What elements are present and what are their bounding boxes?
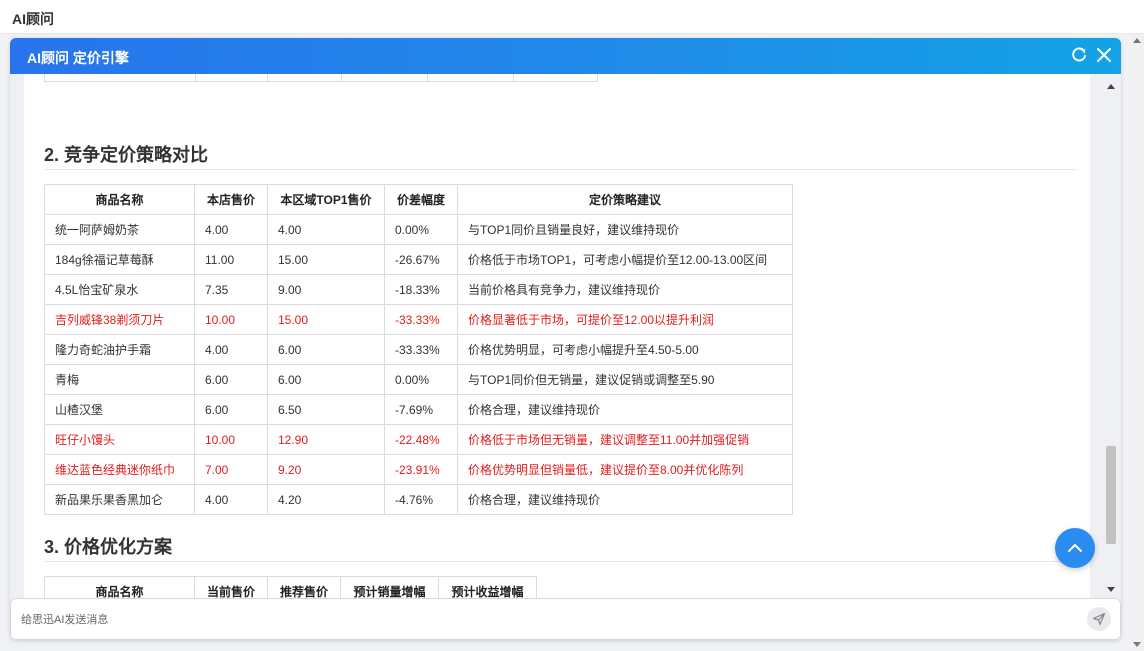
table-cell: 9.00 — [267, 274, 385, 305]
table-cell: 价格优势明显，可考虑小幅提升至4.50-5.00 — [457, 334, 793, 365]
table-cell: 新品果乐果香黑加仑 — [44, 484, 195, 515]
table-cell: 旺仔小馒头 — [44, 424, 195, 455]
table-cell: 4.00 — [194, 484, 268, 515]
table-cell: -33.33% — [384, 304, 458, 335]
table-header-row: 商品名称 本店售价 本区域TOP1售价 价差幅度 定价策略建议 — [44, 184, 793, 215]
section-2-divider — [44, 169, 1077, 170]
table-cell: 价格显著低于市场，可提价至12.00以提升利润 — [457, 304, 793, 335]
table-cell: 价格优势明显但销量低，建议提价至8.00并优化陈列 — [457, 454, 793, 485]
app-title: AI顾问 — [12, 11, 54, 27]
page-scrollbar[interactable] — [1130, 34, 1144, 651]
table-cell: 价格合理，建议维持现价 — [457, 394, 793, 425]
scroll-down-arrow-icon[interactable] — [1107, 587, 1115, 592]
table-cell: -23.91% — [384, 454, 458, 485]
message-content: 2. 竞争定价策略对比 商品名称 本店售价 本区域TOP1售价 价差幅度 定价策… — [24, 74, 1090, 602]
table-cell: 青梅 — [44, 364, 195, 395]
send-button[interactable] — [1087, 607, 1111, 631]
section-2-title: 2. 竞争定价策略对比 — [44, 145, 209, 165]
table-cell: 4.00 — [194, 334, 268, 365]
table-cell: -4.76% — [384, 484, 458, 515]
app-titlebar: AI顾问 — [0, 0, 1144, 34]
dialog-header: AI顾问 定价引擎 — [10, 38, 1121, 74]
table-row: 维达蓝色经典迷你纸巾 7.00 9.20 -23.91% 价格优势明显但销量低，建议提价… — [44, 454, 793, 485]
message-input[interactable] — [21, 610, 1061, 630]
table-cell: 4.20 — [267, 484, 385, 515]
table-cell: 10.00 — [194, 304, 268, 335]
table-row: 统一阿萨姆奶茶 4.00 4.00 0.00% 与TOP1同价且销量良好，建议维持现价 — [44, 214, 793, 245]
scroll-to-top-button[interactable] — [1055, 528, 1095, 568]
table-row: 吉列威锋38剃须刀片 10.00 15.00 -33.33% 价格显著低于市场，可提价至… — [44, 304, 793, 335]
table-cell: -7.69% — [384, 394, 458, 425]
column-header: 商品名称 — [44, 184, 195, 215]
table-cell: 价格低于市场但无销量，建议调整至11.00并加强促销 — [457, 424, 793, 455]
message-input-bar — [10, 598, 1121, 640]
close-icon[interactable] — [1095, 46, 1115, 66]
scroll-up-arrow-icon[interactable] — [1133, 38, 1141, 43]
dialog-title: AI顾问 定价引擎 — [27, 50, 129, 66]
table-cell: 4.5L怡宝矿泉水 — [44, 274, 195, 305]
table-cell: 15.00 — [267, 304, 385, 335]
table-cell: -18.33% — [384, 274, 458, 305]
table-row: 山楂汉堡 6.00 6.50 -7.69% 价格合理，建议维持现价 — [44, 394, 793, 425]
table-cell: -33.33% — [384, 334, 458, 365]
section-3-divider — [44, 561, 1077, 562]
table-cell: 15.00 — [267, 244, 385, 275]
table-cell: 统一阿萨姆奶茶 — [44, 214, 195, 245]
table-cell: 6.00 — [267, 334, 385, 365]
table-cell: 隆力奇蛇油护手霜 — [44, 334, 195, 365]
table-cell: 山楂汉堡 — [44, 394, 195, 425]
table-cell: 4.00 — [267, 214, 385, 245]
table-cell: 4.00 — [194, 214, 268, 245]
table-cell: 6.00 — [194, 364, 268, 395]
table-row: 旺仔小馒头 10.00 12.90 -22.48% 价格低于市场但无销量，建议调整至11… — [44, 424, 793, 455]
table-cell: 6.50 — [267, 394, 385, 425]
scroll-down-arrow-icon[interactable] — [1133, 642, 1141, 647]
content-scrollbar[interactable] — [1104, 78, 1118, 598]
table-cell: -26.67% — [384, 244, 458, 275]
table-cell: 0.00% — [384, 364, 458, 395]
table-cell: 11.00 — [194, 244, 268, 275]
table-cell: 184g徐福记草莓酥 — [44, 244, 195, 275]
table-row: 4.5L怡宝矿泉水 7.35 9.00 -18.33% 当前价格具有竞争力，建议维持现价 — [44, 274, 793, 305]
table-cell: 10.00 — [194, 424, 268, 455]
table-cell: -22.48% — [384, 424, 458, 455]
column-header: 价差幅度 — [384, 184, 458, 215]
competitive-pricing-table: 商品名称 本店售价 本区域TOP1售价 价差幅度 定价策略建议 统一阿萨姆奶茶 4… — [44, 184, 793, 515]
table-cell: 吉列威锋38剃须刀片 — [44, 304, 195, 335]
arrow-up-icon — [1068, 544, 1082, 552]
table-row: 新品果乐果香黑加仑 4.00 4.20 -4.76% 价格合理，建议维持现价 — [44, 484, 793, 515]
table-cell: 6.00 — [194, 394, 268, 425]
table-cell: 9.20 — [267, 454, 385, 485]
table-cell: 7.00 — [194, 454, 268, 485]
table-cell: 价格合理，建议维持现价 — [457, 484, 793, 515]
table-row: 184g徐福记草莓酥 11.00 15.00 -26.67% 价格低于市场TOP1，可考… — [44, 244, 793, 275]
table-cell: 价格低于市场TOP1，可考虑小幅提价至12.00-13.00区间 — [457, 244, 793, 275]
table-cell: 6.00 — [267, 364, 385, 395]
send-icon — [1092, 612, 1106, 626]
table-cell: 7.35 — [194, 274, 268, 305]
table-cell: 与TOP1同价但无销量，建议促销或调整至5.90 — [457, 364, 793, 395]
table-cell: 维达蓝色经典迷你纸巾 — [44, 454, 195, 485]
column-header: 本区域TOP1售价 — [267, 184, 385, 215]
table-row: 隆力奇蛇油护手霜 4.00 6.00 -33.33% 价格优势明显，可考虑小幅提升至4.… — [44, 334, 793, 365]
column-header: 定价策略建议 — [457, 184, 793, 215]
section-3-title: 3. 价格优化方案 — [44, 537, 173, 557]
table-cell: 与TOP1同价且销量良好，建议维持现价 — [457, 214, 793, 245]
scroll-up-arrow-icon[interactable] — [1107, 84, 1115, 89]
previous-table-bottom — [44, 74, 598, 82]
ai-advisor-dialog: AI顾问 定价引擎 2. 竞争定价策略对比 商品名称 本店售价 本区域TOP1售… — [10, 38, 1121, 640]
table-cell: 0.00% — [384, 214, 458, 245]
refresh-icon[interactable] — [1070, 46, 1090, 66]
table-cell: 12.90 — [267, 424, 385, 455]
table-row: 青梅 6.00 6.00 0.00% 与TOP1同价但无销量，建议促销或调整至5.90 — [44, 364, 793, 395]
column-header: 本店售价 — [194, 184, 268, 215]
scrollbar-thumb[interactable] — [1106, 446, 1116, 544]
table-cell: 当前价格具有竞争力，建议维持现价 — [457, 274, 793, 305]
